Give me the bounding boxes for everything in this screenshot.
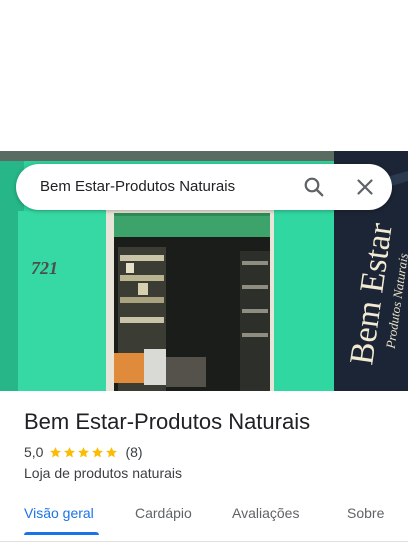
tab-overview[interactable]: Visão geral — [24, 504, 94, 522]
place-title: Bem Estar-Produtos Naturais — [24, 409, 311, 434]
star-icon — [77, 446, 90, 459]
star-rating — [49, 446, 119, 459]
tab-bar: Visão geral Cardápio Avaliações Sobre — [0, 496, 408, 542]
star-icon — [105, 446, 118, 459]
rating-row[interactable]: 5,0 (8) — [24, 443, 143, 461]
star-icon — [49, 446, 62, 459]
active-tab-indicator — [24, 532, 99, 535]
tab-about[interactable]: Sobre — [347, 504, 384, 522]
close-icon[interactable] — [353, 175, 377, 199]
map-blank-area — [0, 0, 408, 151]
star-icon — [91, 446, 104, 459]
place-category[interactable]: Loja de produtos naturais — [24, 464, 182, 482]
search-bar[interactable]: Bem Estar-Produtos Naturais — [16, 164, 392, 210]
rating-value: 5,0 — [24, 444, 44, 460]
review-count[interactable]: (8) — [125, 444, 142, 460]
tab-menu[interactable]: Cardápio — [135, 504, 192, 522]
search-input[interactable]: Bem Estar-Produtos Naturais — [40, 177, 280, 197]
star-icon — [63, 446, 76, 459]
door-number: 721 — [31, 258, 58, 278]
search-icon[interactable] — [302, 175, 326, 199]
tab-reviews[interactable]: Avaliações — [232, 504, 299, 522]
